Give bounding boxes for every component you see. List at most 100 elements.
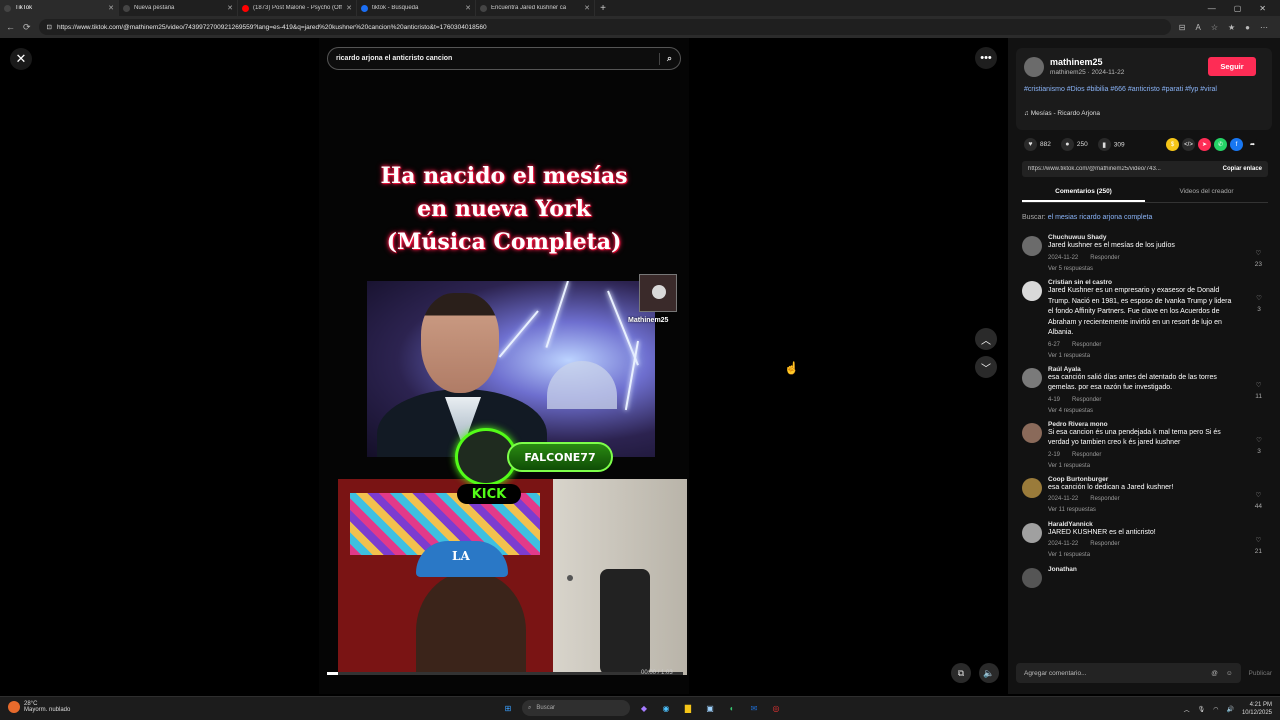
reply-button[interactable]: Responder: [1072, 342, 1101, 348]
comment-like[interactable]: ♡ 11: [1255, 380, 1262, 402]
comment-input[interactable]: Agregar comentario... @ ☺: [1016, 663, 1241, 683]
reply-button[interactable]: Responder: [1072, 452, 1101, 458]
facebook-icon[interactable]: f: [1230, 138, 1243, 151]
close-tab-icon[interactable]: ✕: [227, 4, 233, 12]
close-tab-icon[interactable]: ✕: [465, 4, 471, 12]
taskbar-search[interactable]: ⌕ Buscar: [522, 700, 630, 716]
wifi-icon[interactable]: ◠: [1213, 706, 1218, 713]
tab-comments[interactable]: Comentarios (250): [1022, 185, 1145, 202]
comment-like[interactable]: ♡ 21: [1255, 535, 1262, 557]
mention-icon[interactable]: @: [1211, 670, 1218, 677]
avatar[interactable]: [1022, 522, 1042, 543]
profile-icon[interactable]: ●: [1245, 23, 1250, 32]
close-window-icon[interactable]: ✕: [1259, 4, 1266, 13]
site-info-icon[interactable]: ⊡: [47, 23, 52, 31]
reply-button[interactable]: Responder: [1072, 397, 1101, 403]
embed-icon[interactable]: </>: [1182, 138, 1195, 151]
comment-author[interactable]: Raúl Ayala: [1048, 366, 1272, 373]
outlook-icon[interactable]: ✉: [746, 700, 762, 716]
maximize-icon[interactable]: ▢: [1234, 4, 1242, 13]
new-tab-button[interactable]: +: [595, 3, 611, 14]
refresh-icon[interactable]: ⟳: [23, 22, 31, 33]
comment-like[interactable]: ♡ 3: [1256, 435, 1262, 457]
view-replies[interactable]: Ver 11 respuestas: [1048, 507, 1272, 513]
reply-button[interactable]: Responder: [1090, 496, 1119, 502]
video-player[interactable]: ricardo arjona el anticristo cancion ⌕ H…: [319, 38, 689, 694]
avatar[interactable]: [1022, 477, 1042, 498]
author-name[interactable]: mathinem25: [1050, 57, 1103, 67]
share-link[interactable]: https://www.tiktok.com/@mathinem25/video…: [1022, 166, 1217, 172]
whatsapp-icon[interactable]: ✆: [1214, 138, 1227, 151]
chevron-up-icon[interactable]: ︿: [1184, 705, 1190, 714]
publish-button[interactable]: Publicar: [1241, 670, 1272, 677]
copilot-icon[interactable]: ◉: [658, 700, 674, 716]
avatar[interactable]: [1022, 236, 1042, 256]
search-input[interactable]: ricardo arjona el anticristo cancion: [336, 55, 659, 62]
comment-author[interactable]: Coop Burtonburger: [1048, 476, 1272, 483]
close-video-button[interactable]: ✕: [10, 48, 32, 70]
avatar[interactable]: [1022, 367, 1042, 388]
weather-widget[interactable]: 28°C Mayorm. nublado: [8, 701, 70, 713]
view-replies[interactable]: Ver 4 respuestas: [1048, 408, 1272, 414]
split-screen-icon[interactable]: ⊟: [1179, 23, 1186, 32]
next-video-button[interactable]: ﹀: [975, 356, 997, 378]
share-arrow-icon[interactable]: ➦: [1246, 138, 1259, 151]
back-icon[interactable]: ←: [6, 22, 15, 32]
chrome-icon[interactable]: ◎: [768, 700, 784, 716]
close-tab-icon[interactable]: ✕: [346, 4, 352, 12]
favorite-star-icon[interactable]: ☆: [1211, 23, 1218, 32]
browser-tab[interactable]: Encuentra Jared kushner ca ✕: [476, 0, 595, 16]
close-tab-icon[interactable]: ✕: [584, 4, 590, 12]
send-icon[interactable]: ➤: [1198, 138, 1211, 151]
browser-tab[interactable]: tiktok - Búsqueda ✕: [357, 0, 476, 16]
avatar[interactable]: [1022, 281, 1042, 301]
emoji-icon[interactable]: ☺: [1226, 670, 1233, 677]
edge-icon[interactable]: ◐: [724, 700, 740, 716]
view-replies[interactable]: Ver 1 respuesta: [1048, 552, 1272, 558]
avatar[interactable]: [1022, 567, 1042, 588]
tab-creator-videos[interactable]: Videos del creador: [1145, 185, 1268, 202]
copy-link-button[interactable]: Copiar enlace: [1217, 166, 1268, 172]
search-icon[interactable]: ⌕: [667, 53, 672, 64]
follow-button[interactable]: Seguir: [1208, 57, 1256, 76]
close-tab-icon[interactable]: ✕: [108, 4, 114, 12]
more-options-button[interactable]: •••: [975, 47, 997, 69]
comment-author[interactable]: Chuchuwuu Shady: [1048, 234, 1272, 241]
comment-stat[interactable]: ● 250: [1060, 138, 1088, 151]
view-replies[interactable]: Ver 5 respuestas: [1048, 266, 1272, 272]
browser-tab[interactable]: (1873) Post Malone - Psycho (Off ✕: [238, 0, 357, 16]
video-search-bar[interactable]: ricardo arjona el anticristo cancion ⌕: [327, 47, 681, 70]
browser-tab[interactable]: Nueva pestaña ✕: [119, 0, 238, 16]
hashtags[interactable]: #cristianismo #Dios #bibilia #666 #antic…: [1024, 85, 1264, 95]
previous-video-button[interactable]: ︿: [975, 328, 997, 350]
url-field[interactable]: ⊡ https://www.tiktok.com/@mathinem25/vid…: [38, 19, 1171, 35]
view-replies[interactable]: Ver 1 respuesta: [1048, 463, 1272, 469]
store-icon[interactable]: ▣: [702, 700, 718, 716]
author-avatar[interactable]: [1024, 57, 1044, 77]
music-info[interactable]: ♫ Mesías - Ricardo Arjona: [1024, 110, 1100, 117]
comment-author[interactable]: Pedro Rivera mono: [1048, 421, 1272, 428]
avatar[interactable]: [1022, 422, 1042, 443]
comment-author[interactable]: HaraldYannick: [1048, 521, 1272, 528]
file-explorer-icon[interactable]: ▇: [680, 700, 696, 716]
comment-author[interactable]: Jonathan: [1048, 566, 1272, 573]
browser-tab[interactable]: TikTok ✕: [0, 0, 119, 16]
save-stat[interactable]: ▮ 309: [1097, 138, 1125, 151]
comment-author[interactable]: Cristian sin el castro: [1048, 279, 1272, 286]
comment-like[interactable]: ♡ 23: [1255, 248, 1262, 270]
minimize-icon[interactable]: —: [1208, 4, 1216, 13]
favorites-icon[interactable]: ★: [1228, 23, 1235, 32]
view-replies[interactable]: Ver 1 respuesta: [1048, 353, 1272, 359]
read-aloud-icon[interactable]: A: [1195, 23, 1200, 32]
coin-icon[interactable]: $: [1166, 138, 1179, 151]
reply-button[interactable]: Responder: [1090, 255, 1119, 261]
settings-more-icon[interactable]: ⋯: [1260, 23, 1268, 32]
comment-like[interactable]: ♡ 44: [1255, 490, 1262, 512]
microphone-icon[interactable]: 🎙: [1198, 706, 1206, 713]
video-progress-bar[interactable]: [327, 672, 683, 675]
comment-like[interactable]: ♡ 3: [1256, 293, 1262, 315]
like-stat[interactable]: ♥ 882: [1024, 138, 1051, 151]
reply-button[interactable]: Responder: [1090, 541, 1119, 547]
windows-start-icon[interactable]: ⊞: [500, 700, 516, 716]
related-search-link[interactable]: el mesias ricardo arjona completa: [1048, 214, 1153, 221]
